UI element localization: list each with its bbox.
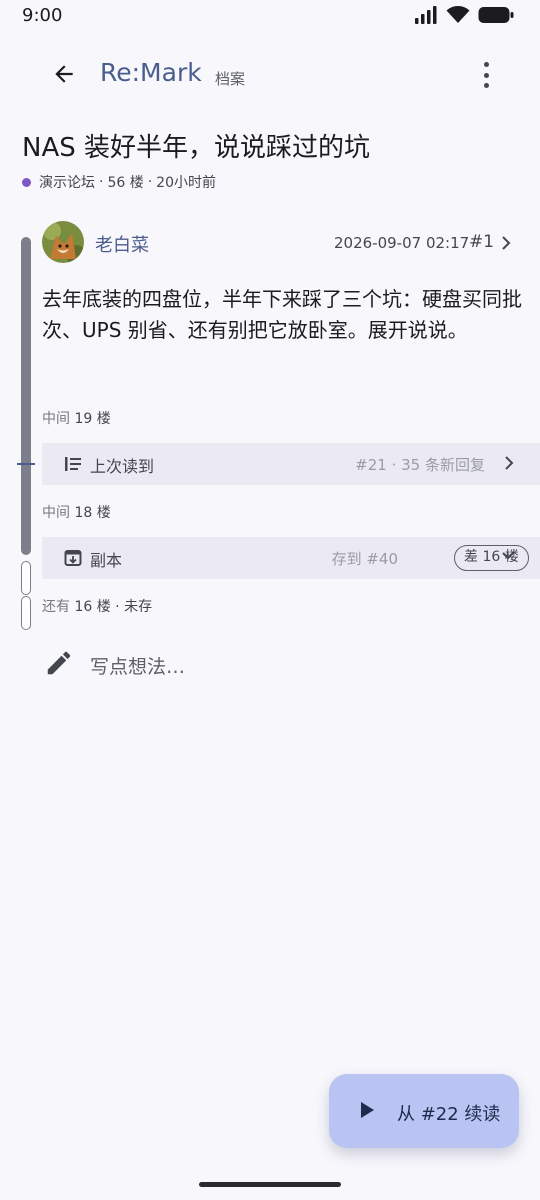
screen: 9:00 Re:Mark 档案 NAS 装好半年，说说踩过的坑 演示论坛 · 5… [0,0,540,1200]
gap-label[interactable]: 还有 16 楼 · 未存 [42,596,152,616]
chevron-right-icon [505,456,514,470]
gap-count: 19 [74,411,93,427]
arrow-back-icon [55,65,73,83]
meta-separator: · [147,174,153,190]
compose-placeholder: 写点想法… [90,656,186,678]
post-date: 2026-09-07 02:17 [334,234,470,252]
meta-separator: · [99,174,104,190]
gap-suffix: 楼 · 未存 [96,599,153,615]
last-read-info: #21 · 35 条新回复 [355,456,485,474]
gap-label[interactable]: 中间 18 楼 [42,502,111,522]
chevron-down-icon [502,552,514,560]
resume-reading-button[interactable]: 从 #22 续读 [329,1074,519,1148]
compose-note[interactable]: 写点想法… [42,646,342,682]
gap-prefix: 中间 [42,411,70,427]
play-icon [361,1102,374,1118]
last-read-marker [17,463,35,465]
more-dot-icon [483,62,489,67]
app-subtitle: 档案 [215,70,246,88]
post-body: 去年底装的四盘位，半年下来踩了三个坑：硬盘买同批次、UPS 别省、还有别把它放卧… [42,287,522,342]
gap-suffix: 楼 [96,505,111,521]
chevron-right-icon[interactable] [499,235,513,251]
app-title: Re:Mark [100,58,202,87]
home-indicator[interactable] [199,1182,341,1187]
more-options-button[interactable] [482,62,490,88]
more-dot-icon [483,83,489,88]
gap-count: 18 [74,505,93,521]
author-avatar-image [42,221,84,263]
read-progress-track[interactable] [21,237,31,555]
snapshot-label: 副本 [90,551,123,570]
track-segment-unsaved[interactable] [21,596,31,630]
status-bar: 9:00 [0,0,540,32]
more-dot-icon [483,72,489,78]
track-segment-saved[interactable] [21,561,31,595]
author-name[interactable]: 老白菜 [95,231,149,257]
status-icons [414,6,514,24]
cellular-signal-icon [415,6,437,24]
avatar[interactable] [42,221,84,263]
snapshot-diff-badge: 差 16 楼 [454,545,529,571]
last-read-label: 上次读到 [90,457,155,476]
gap-prefix: 还有 [42,599,70,615]
status-time: 9:00 [22,5,63,26]
snapshot-row[interactable]: 副本 存到 #40 差 16 楼 [42,537,540,579]
floor-count: 56 楼 [107,175,144,191]
list-position-icon [65,457,81,471]
gap-label[interactable]: 中间 19 楼 [42,408,111,428]
post-floor-number[interactable]: #1 [469,232,494,252]
gap-count: 16 [74,599,93,615]
gap-suffix: 楼 [96,411,111,427]
snapshot-saved-to: 存到 #40 [331,550,398,568]
back-button[interactable] [40,54,88,94]
thread-title: NAS 装好半年，说说踩过的坑 [22,133,371,163]
pencil-icon [47,651,71,675]
forum-color-dot [22,177,31,187]
archive-download-icon [64,550,82,566]
app-bar: Re:Mark 档案 [0,44,540,104]
gap-prefix: 中间 [42,505,70,521]
resume-reading-label: 从 #22 续读 [397,1104,501,1125]
last-read-row[interactable]: 上次读到 #21 · 35 条新回复 [42,443,540,485]
forum-name[interactable]: 演示论坛 [39,172,95,192]
battery-icon [478,7,514,23]
thread-age: 20小时前 [156,175,216,191]
wifi-icon [446,6,470,23]
thread-meta: 演示论坛 · 56 楼 · 20小时前 [22,172,216,192]
